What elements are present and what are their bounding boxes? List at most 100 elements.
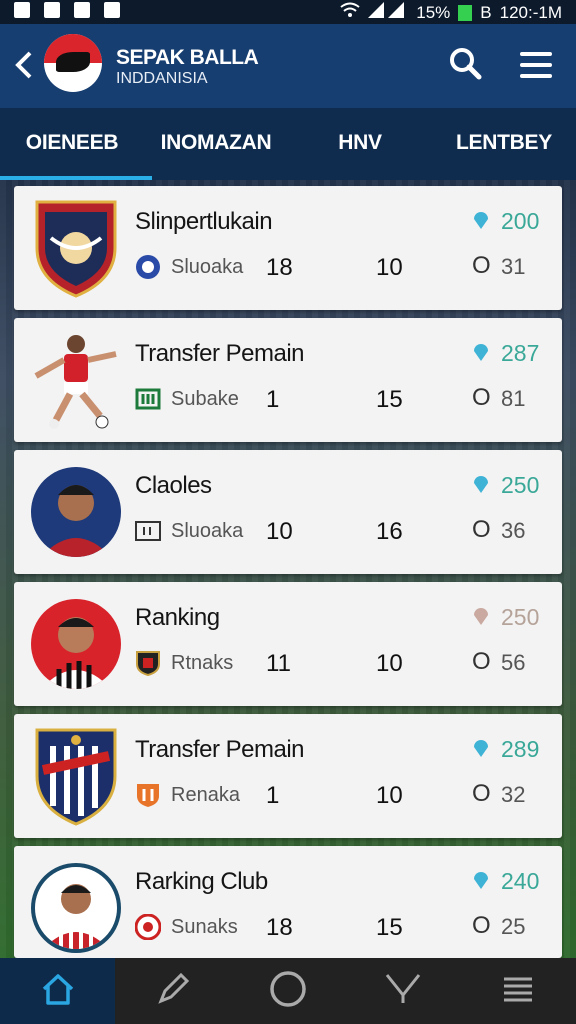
stat-o: O	[472, 912, 491, 939]
tab-oieneeb[interactable]: OIENEEB	[0, 108, 144, 180]
club-badge-icon	[135, 254, 161, 280]
circle-icon	[268, 969, 308, 1014]
back-arrow-icon[interactable]	[14, 50, 34, 84]
location-pin-icon	[472, 342, 490, 362]
list-item[interactable]: Transfer Pemain Subake 1 15 287 O 81	[14, 318, 562, 442]
nav-home[interactable]	[0, 958, 116, 1024]
tab-bar: OIENEEB INOMAZAN HNV LENTBEY	[0, 108, 576, 180]
stat-2: 15	[376, 914, 403, 941]
stat-o: O	[472, 516, 491, 543]
stat-2: 16	[376, 518, 403, 545]
club-label: Sunaks	[171, 916, 238, 938]
status-bar: 15% B 120:-1M	[0, 0, 576, 24]
location-pin-icon	[472, 474, 490, 494]
club-badge-icon	[135, 518, 161, 544]
tab-hnv[interactable]: HNV	[288, 108, 432, 180]
club-label: Sluoaka	[171, 256, 244, 278]
location-pin-icon	[472, 870, 490, 890]
club-crest	[30, 726, 122, 826]
stat-1: 18	[266, 914, 293, 941]
club-badge-icon	[135, 782, 161, 808]
club-badge-icon	[135, 650, 161, 677]
score: 250	[501, 604, 540, 630]
signal-icon	[368, 2, 408, 23]
tab-lentbey[interactable]: LENTBEY	[432, 108, 576, 180]
app-logo	[44, 34, 102, 92]
stat-1: 1	[266, 386, 280, 413]
location-pin-icon	[472, 606, 490, 626]
stat-o: O	[472, 780, 491, 807]
score: 250	[501, 472, 540, 498]
stat-o: O	[472, 252, 491, 279]
stat-2: 10	[376, 650, 403, 677]
card-title: Claoles	[135, 472, 212, 499]
score: 287	[501, 340, 540, 366]
club-label: Sluoaka	[171, 520, 244, 542]
edit-icon	[155, 971, 191, 1012]
notification-icon	[14, 2, 30, 18]
list-item[interactable]: Transfer Pemain Renaka 1 10 289 O 32	[14, 714, 562, 838]
app-subtitle: INDDANISIA	[116, 70, 208, 87]
stat-3: 32	[501, 782, 526, 807]
club-label: Subake	[171, 388, 239, 410]
wifi-icon	[340, 2, 360, 23]
nav-menu[interactable]	[461, 958, 576, 1024]
club-crest	[30, 198, 122, 298]
player-avatar	[30, 858, 122, 958]
card-title: Transfer Pemain	[135, 340, 305, 367]
club-badge-icon	[134, 913, 162, 941]
app-title: SEPAK BALLA	[116, 46, 259, 69]
card-title: Transfer Pemain	[135, 736, 305, 763]
menu-lines-icon	[500, 971, 536, 1012]
stat-1: 1	[266, 782, 280, 809]
stat-o: O	[472, 384, 491, 411]
player-avatar	[30, 462, 122, 562]
battery-icon	[458, 4, 473, 21]
stat-2: 10	[376, 782, 403, 809]
active-tab-indicator	[0, 176, 152, 180]
stat-2: 10	[376, 254, 403, 281]
card-title: Rarking Club	[135, 868, 268, 895]
club-label: Rtnaks	[171, 652, 234, 674]
clock: 120:-1M	[499, 2, 562, 22]
stat-3: 36	[501, 518, 526, 543]
score: 200	[501, 208, 540, 234]
stat-2: 15	[376, 386, 403, 413]
stat-3: 25	[501, 914, 526, 939]
stat-3: 56	[501, 650, 526, 675]
stat-1: 10	[266, 518, 293, 545]
home-icon	[40, 971, 76, 1012]
nav-circle[interactable]	[230, 958, 345, 1024]
bottom-nav	[0, 958, 576, 1024]
search-icon[interactable]	[448, 46, 482, 80]
nav-tools[interactable]	[346, 958, 461, 1024]
app-icon	[74, 2, 90, 18]
stat-1: 18	[266, 254, 293, 281]
tab-inomazan[interactable]: INOMAZAN	[144, 108, 288, 180]
b-indicator: B	[480, 2, 492, 22]
battery-percent: 15%	[416, 2, 451, 22]
stat-3: 81	[501, 386, 526, 411]
menu-icon[interactable]	[520, 52, 552, 78]
card-title: Ranking	[135, 604, 220, 631]
card-title: Slinpertlukain	[135, 208, 273, 235]
list-item[interactable]: Rarking Club Sunaks 18 15 240 O 25	[14, 846, 562, 958]
location-pin-icon	[472, 210, 490, 230]
app-bar: SEPAK BALLA INDDANISIA	[0, 24, 576, 108]
score: 240	[501, 868, 540, 894]
player-avatar	[30, 594, 122, 694]
nav-edit[interactable]	[115, 958, 230, 1024]
whistle-icon	[383, 969, 423, 1014]
stat-3: 31	[501, 254, 526, 279]
image-icon	[44, 2, 60, 18]
list-item[interactable]: Claoles Sluoaka 10 16 250 O 36	[14, 450, 562, 574]
list-item[interactable]: Ranking Rtnaks 11 10 250 O 56	[14, 582, 562, 706]
list-item[interactable]: Slinpertlukain Sluoaka 18 10 200 O 31	[14, 186, 562, 310]
player-photo	[30, 330, 122, 430]
club-label: Renaka	[171, 784, 240, 806]
score: 289	[501, 736, 540, 762]
stat-o: O	[472, 648, 491, 675]
location-pin-icon	[472, 738, 490, 758]
stat-1: 11	[266, 650, 291, 677]
calendar-icon	[104, 2, 120, 18]
